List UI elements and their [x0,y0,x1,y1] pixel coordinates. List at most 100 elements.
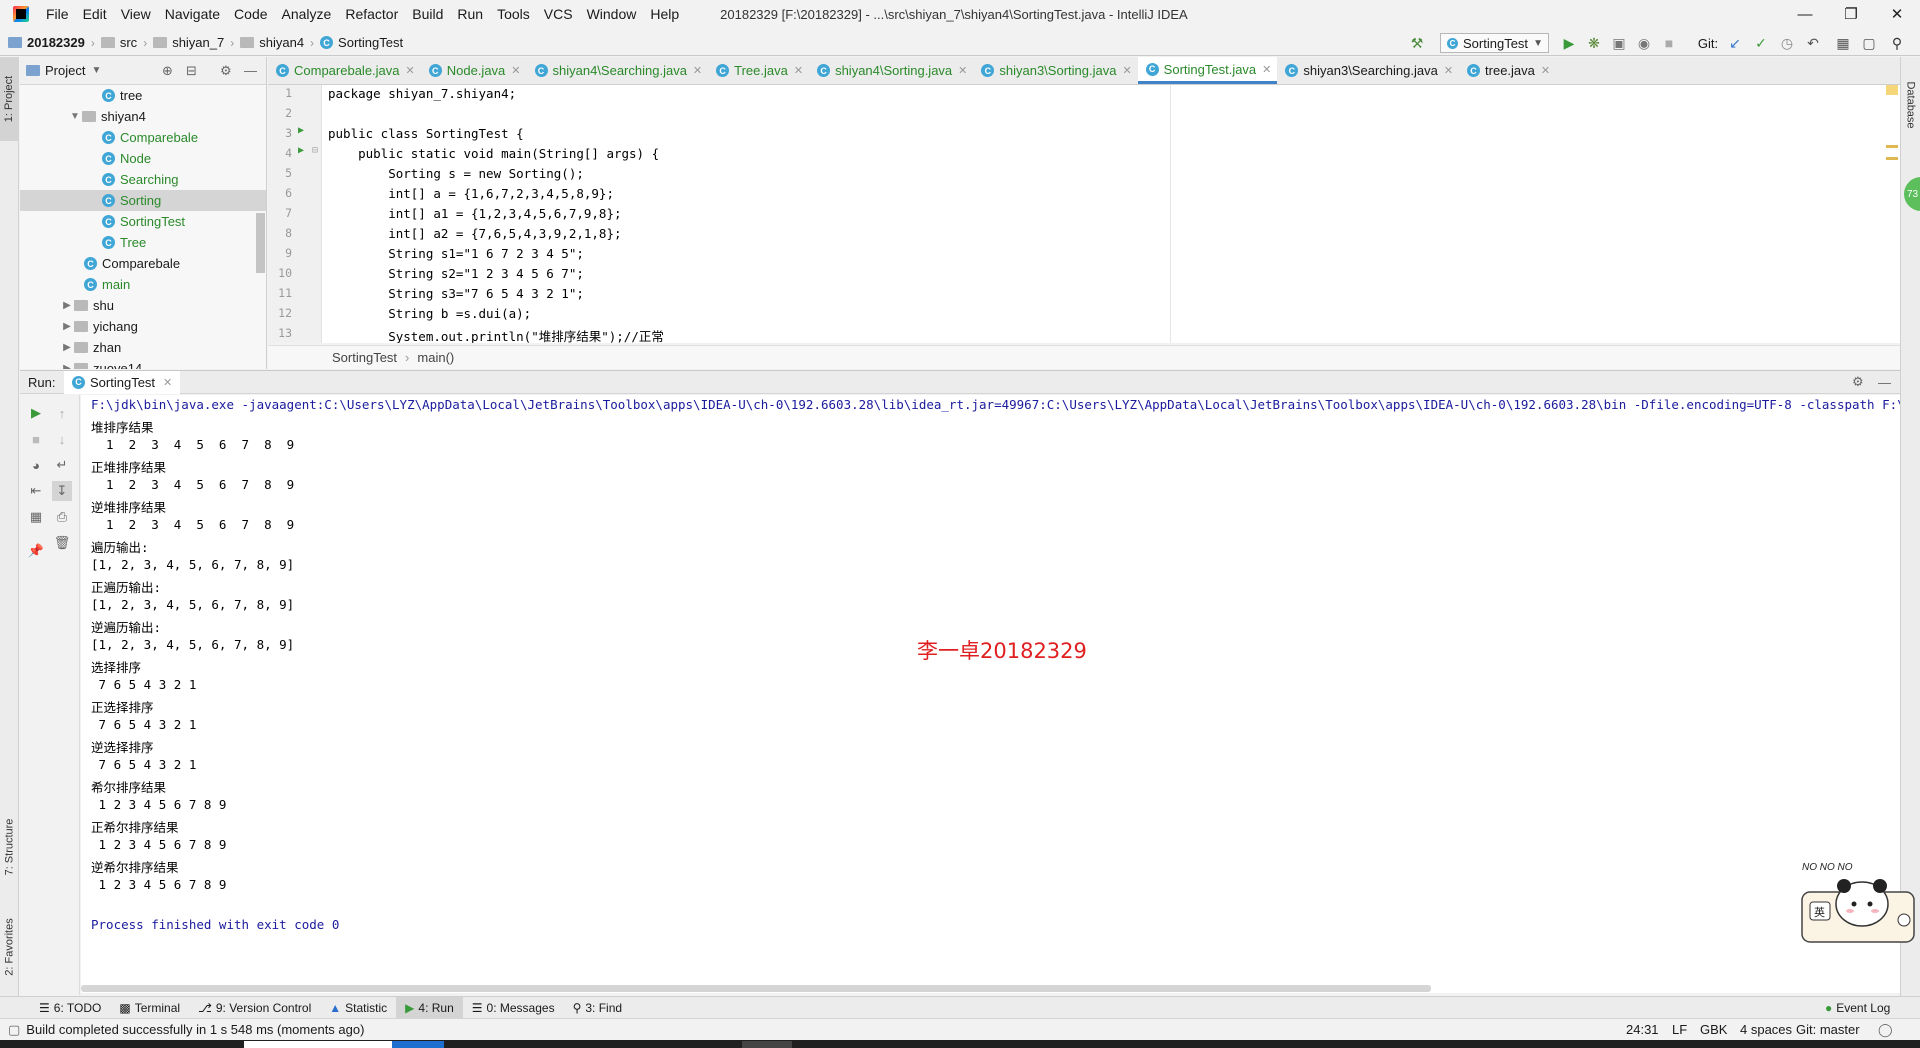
camera-icon[interactable]: ◕ [26,455,46,475]
close-tab-icon[interactable]: ✕ [693,64,702,77]
menu-run[interactable]: Run [450,0,490,28]
close-icon[interactable]: ✕ [1874,0,1920,28]
hide-panel-icon[interactable]: — [1878,375,1891,390]
pin-icon[interactable]: 📌 [26,541,46,561]
hide-panel-icon[interactable]: — [244,63,257,78]
menu-refactor[interactable]: Refactor [338,0,405,28]
breadcrumb-project[interactable]: 20182329 [0,35,89,50]
print-icon[interactable]: ⎙ [52,507,72,527]
code-editor[interactable]: 1 2 3 4 5 6 7 8 9 10 11 12 13 ▶ ▶ ⊟ pack… [268,85,1900,343]
menu-file[interactable]: File [39,0,76,28]
tool-event-log[interactable]: ● Event Log [1816,997,1899,1019]
git-branch[interactable]: Git: master [1796,1022,1860,1037]
revert-icon[interactable]: ↶ [1804,34,1822,52]
breadcrumb-src[interactable]: src [97,35,141,50]
tree-item-yichang[interactable]: ▶ yichang [20,316,266,337]
close-tab-icon[interactable]: ✕ [1262,63,1271,76]
tool-todo[interactable]: ☰ 6: TODO [30,997,110,1019]
git-update-icon[interactable]: ↙ [1726,34,1744,52]
error-stripe-mark[interactable] [1886,145,1898,148]
menu-edit[interactable]: Edit [76,0,114,28]
menu-navigate[interactable]: Navigate [158,0,227,28]
fold-icon[interactable]: ⊟ [312,145,318,156]
run-icon[interactable]: ▶ [1560,34,1578,52]
menu-vcs[interactable]: VCS [537,0,580,28]
history-icon[interactable]: ◷ [1778,34,1796,52]
tool-run[interactable]: ▶ 4: Run [396,996,463,1019]
console-horizontal-scrollbar[interactable] [81,985,1431,992]
menu-help[interactable]: Help [643,0,686,28]
project-panel-title[interactable]: Project [45,63,85,78]
taskbar-item[interactable] [244,1041,392,1048]
tree-item-sortingtest[interactable]: C SortingTest [20,211,266,232]
breadcrumb-class[interactable]: SortingTest [332,350,397,365]
breadcrumb-sortingtest[interactable]: C SortingTest [316,35,407,50]
tree-item-tree-class[interactable]: C Tree [20,232,266,253]
menu-window[interactable]: Window [580,0,644,28]
tree-item-tree[interactable]: C tree [20,85,266,106]
tree-item-shu[interactable]: ▶ shu [20,295,266,316]
tab-sortingtest[interactable]: C SortingTest.java ✕ [1137,57,1278,84]
tab-tree-lower[interactable]: Ctree.java ✕ [1459,57,1556,84]
taskbar-item[interactable] [742,1041,792,1048]
soft-wrap-icon[interactable]: ↵ [52,455,72,475]
favorites-tool-tab[interactable]: 2: Favorites [0,897,19,997]
scroll-to-end-icon[interactable]: ↧ [52,481,72,501]
minimize-icon[interactable]: — [1782,0,1828,28]
tree-item-zhan[interactable]: ▶ zhan [20,337,266,358]
tree-item-shiyan4[interactable]: ▼ shiyan4 [20,106,266,127]
database-tool-tab[interactable]: Database [1901,65,1920,145]
menu-build[interactable]: Build [405,0,450,28]
run-tab-sortingtest[interactable]: C SortingTest ✕ [64,370,181,394]
run-gutter-icon[interactable]: ▶ [298,145,304,156]
lock-icon[interactable]: ◯ [1878,1022,1893,1038]
layout-icon[interactable]: ▦ [26,507,46,527]
rerun-icon[interactable]: ▶ [26,403,46,423]
structure-tool-tab[interactable]: 7: Structure [0,797,19,897]
up-icon[interactable]: ↑ [52,403,72,423]
close-tab-icon[interactable]: ✕ [1122,64,1131,77]
gear-icon[interactable]: ⚙ [220,63,232,79]
tab-shiyan4-sorting[interactable]: Cshiyan4\Sorting.java ✕ [809,57,973,84]
run-gutter-icon[interactable]: ▶ [298,125,304,136]
project-tool-tab[interactable]: 1: Project [0,57,19,141]
chevron-right-icon[interactable]: ▶ [60,300,74,311]
build-hammer-icon[interactable]: ⚒ [1408,34,1426,52]
restore-icon[interactable]: ❐ [1828,0,1874,28]
close-tab-icon[interactable]: ✕ [406,64,415,77]
exit-icon[interactable]: ⇤ [26,481,46,501]
chevron-right-icon[interactable]: ▶ [60,363,74,369]
presentation-icon[interactable]: ▢ [1860,34,1878,52]
tool-statistic[interactable]: ▲ Statistic [320,997,396,1019]
git-commit-icon[interactable]: ✓ [1752,34,1770,52]
menu-tools[interactable]: Tools [490,0,537,28]
breadcrumb-shiyan7[interactable]: shiyan_7 [149,35,228,50]
collapse-all-icon[interactable]: ⊟ [186,63,197,79]
tab-shiyan3-searching[interactable]: Cshiyan3\Searching.java ✕ [1277,57,1459,84]
tool-find[interactable]: ⚲ 3: Find [564,997,631,1019]
stop-icon[interactable]: ■ [26,429,46,449]
close-tab-icon[interactable]: ✕ [794,64,803,77]
project-structure-icon[interactable]: ▦ [1834,34,1852,52]
close-tab-icon[interactable]: ✕ [511,64,520,77]
tree-item-sorting[interactable]: C Sorting [20,190,266,211]
tab-comparebale[interactable]: C Comparebale.java ✕ [268,57,421,84]
down-icon[interactable]: ↓ [52,429,72,449]
tool-messages[interactable]: ☰ 0: Messages [463,997,564,1019]
tree-item-searching[interactable]: C Searching [20,169,266,190]
line-separator[interactable]: LF [1672,1022,1687,1037]
tab-tree[interactable]: C Tree.java ✕ [708,57,809,84]
locate-icon[interactable]: ⊕ [162,63,173,79]
caret-position[interactable]: 24:31 [1626,1022,1659,1037]
breadcrumb-shiyan4[interactable]: shiyan4 [236,35,308,50]
menu-analyze[interactable]: Analyze [275,0,339,28]
inspection-marker-icon[interactable] [1886,85,1898,95]
tab-shiyan3-sorting[interactable]: Cshiyan3\Sorting.java ✕ [973,57,1137,84]
search-icon[interactable]: ⚲ [1888,34,1906,52]
close-tab-icon[interactable]: ✕ [163,376,172,389]
taskbar-item-active[interactable] [392,1041,444,1048]
side-badge[interactable]: 73 [1904,177,1920,211]
tool-terminal[interactable]: ▩ Terminal [110,997,189,1019]
indent-setting[interactable]: 4 spaces [1740,1022,1792,1037]
close-tab-icon[interactable]: ✕ [958,64,967,77]
